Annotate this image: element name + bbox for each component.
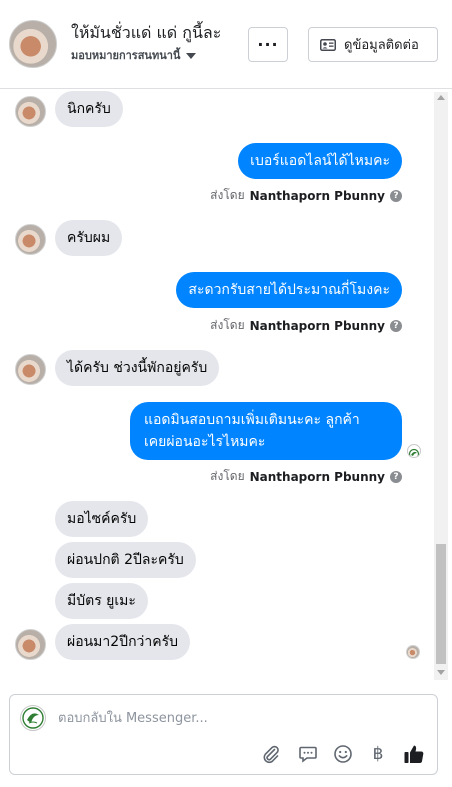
scroll-up-arrow-icon[interactable] (437, 95, 445, 100)
sent-by-sender[interactable]: Nanthaporn Pbunny (250, 470, 385, 484)
scrollbar-thumb[interactable] (436, 544, 446, 664)
saved-replies-icon[interactable] (297, 743, 319, 765)
contact-avatar[interactable] (9, 20, 57, 68)
incoming-message-bubble[interactable]: ได้ครับ ช่วงนี้พักอยู่ครับ (55, 350, 220, 386)
contact-card-icon (320, 38, 336, 51)
like-thumbs-up-icon[interactable] (403, 743, 425, 765)
caret-down-icon (186, 53, 197, 59)
reply-input[interactable] (58, 708, 418, 728)
sent-by-prefix: ส่งโดย (210, 188, 245, 202)
incoming-message-bubble[interactable]: ครับผม (55, 220, 123, 256)
assign-conversation-label: มอบหมายการสนทนานี้ (71, 49, 181, 62)
message-line: เคยผ่อนอะไรไหมคะ (144, 434, 266, 450)
view-contact-info-button[interactable]: ดูข้อมูลติดต่อ (308, 27, 438, 62)
sent-by-info: ส่งโดย Nanthaporn Pbunny? (210, 316, 402, 335)
incoming-message-bubble[interactable]: มอไซค์ครับ (55, 501, 149, 537)
help-icon[interactable]: ? (390, 319, 402, 332)
contact-message-avatar[interactable] (15, 96, 46, 127)
attachment-icon[interactable] (260, 743, 282, 765)
outgoing-message-bubble[interactable]: แอดมินสอบถามเพิ่มเติมนะคะ ลูกค้า เคยผ่อน… (130, 402, 402, 460)
sent-by-sender[interactable]: Nanthaporn Pbunny (250, 189, 385, 203)
more-dots-icon: ··· (257, 35, 279, 54)
contact-message-avatar[interactable] (15, 629, 46, 660)
sent-by-sender[interactable]: Nanthaporn Pbunny (250, 319, 385, 333)
sent-by-info: ส่งโดย Nanthaporn Pbunny? (210, 467, 402, 486)
seen-by-contact-avatar (406, 645, 420, 659)
help-icon[interactable]: ? (390, 189, 402, 202)
sent-by-info: ส่งโดย Nanthaporn Pbunny? (210, 186, 402, 205)
contact-message-avatar[interactable] (15, 224, 46, 255)
thread-scrollbar[interactable] (434, 92, 448, 680)
message-line: แอดมินสอบถามเพิ่มเติมนะคะ ลูกค้า (144, 412, 360, 428)
page-avatar (20, 705, 46, 731)
incoming-message-bubble[interactable]: ผ่อนปกติ 2ปีละครับ (55, 542, 196, 578)
more-options-button[interactable]: ··· (248, 27, 288, 62)
message-thread[interactable]: นิกครับ เบอร์แอดไลน์ได้ไหมคะ ส่งโดย Nanth… (0, 89, 452, 681)
conversation-header: ให้มันชั่วแด่ แด่ กูนี้ละ มอบหมายการสนทน… (0, 0, 452, 89)
incoming-message-bubble[interactable]: นิกครับ (55, 91, 123, 127)
help-icon[interactable]: ? (390, 470, 402, 483)
reply-composer: ฿ (9, 694, 438, 775)
outgoing-message-bubble[interactable]: สะดวกรับสายได้ประมาณกี่โมงคะ (176, 272, 402, 308)
view-contact-info-label: ดูข้อมูลติดต่อ (344, 38, 419, 53)
emoji-icon[interactable] (332, 743, 354, 765)
outgoing-message-bubble[interactable]: เบอร์แอดไลน์ได้ไหมคะ (238, 143, 402, 179)
incoming-message-bubble[interactable]: ผ่อนมา2ปีกว่าครับ (55, 624, 191, 660)
seen-by-page-icon (407, 444, 421, 458)
incoming-message-bubble[interactable]: มีบัตร ยูเมะ (55, 583, 148, 619)
contact-message-avatar[interactable] (15, 354, 46, 385)
contact-name[interactable]: ให้มันชั่วแด่ แด่ กูนี้ละ (71, 21, 221, 46)
payment-baht-icon[interactable]: ฿ (367, 743, 389, 765)
sent-by-prefix: ส่งโดย (210, 469, 245, 483)
assign-conversation-dropdown[interactable]: มอบหมายการสนทนานี้ (71, 46, 197, 64)
scroll-down-arrow-icon[interactable] (437, 670, 445, 675)
sent-by-prefix: ส่งโดย (210, 318, 245, 332)
